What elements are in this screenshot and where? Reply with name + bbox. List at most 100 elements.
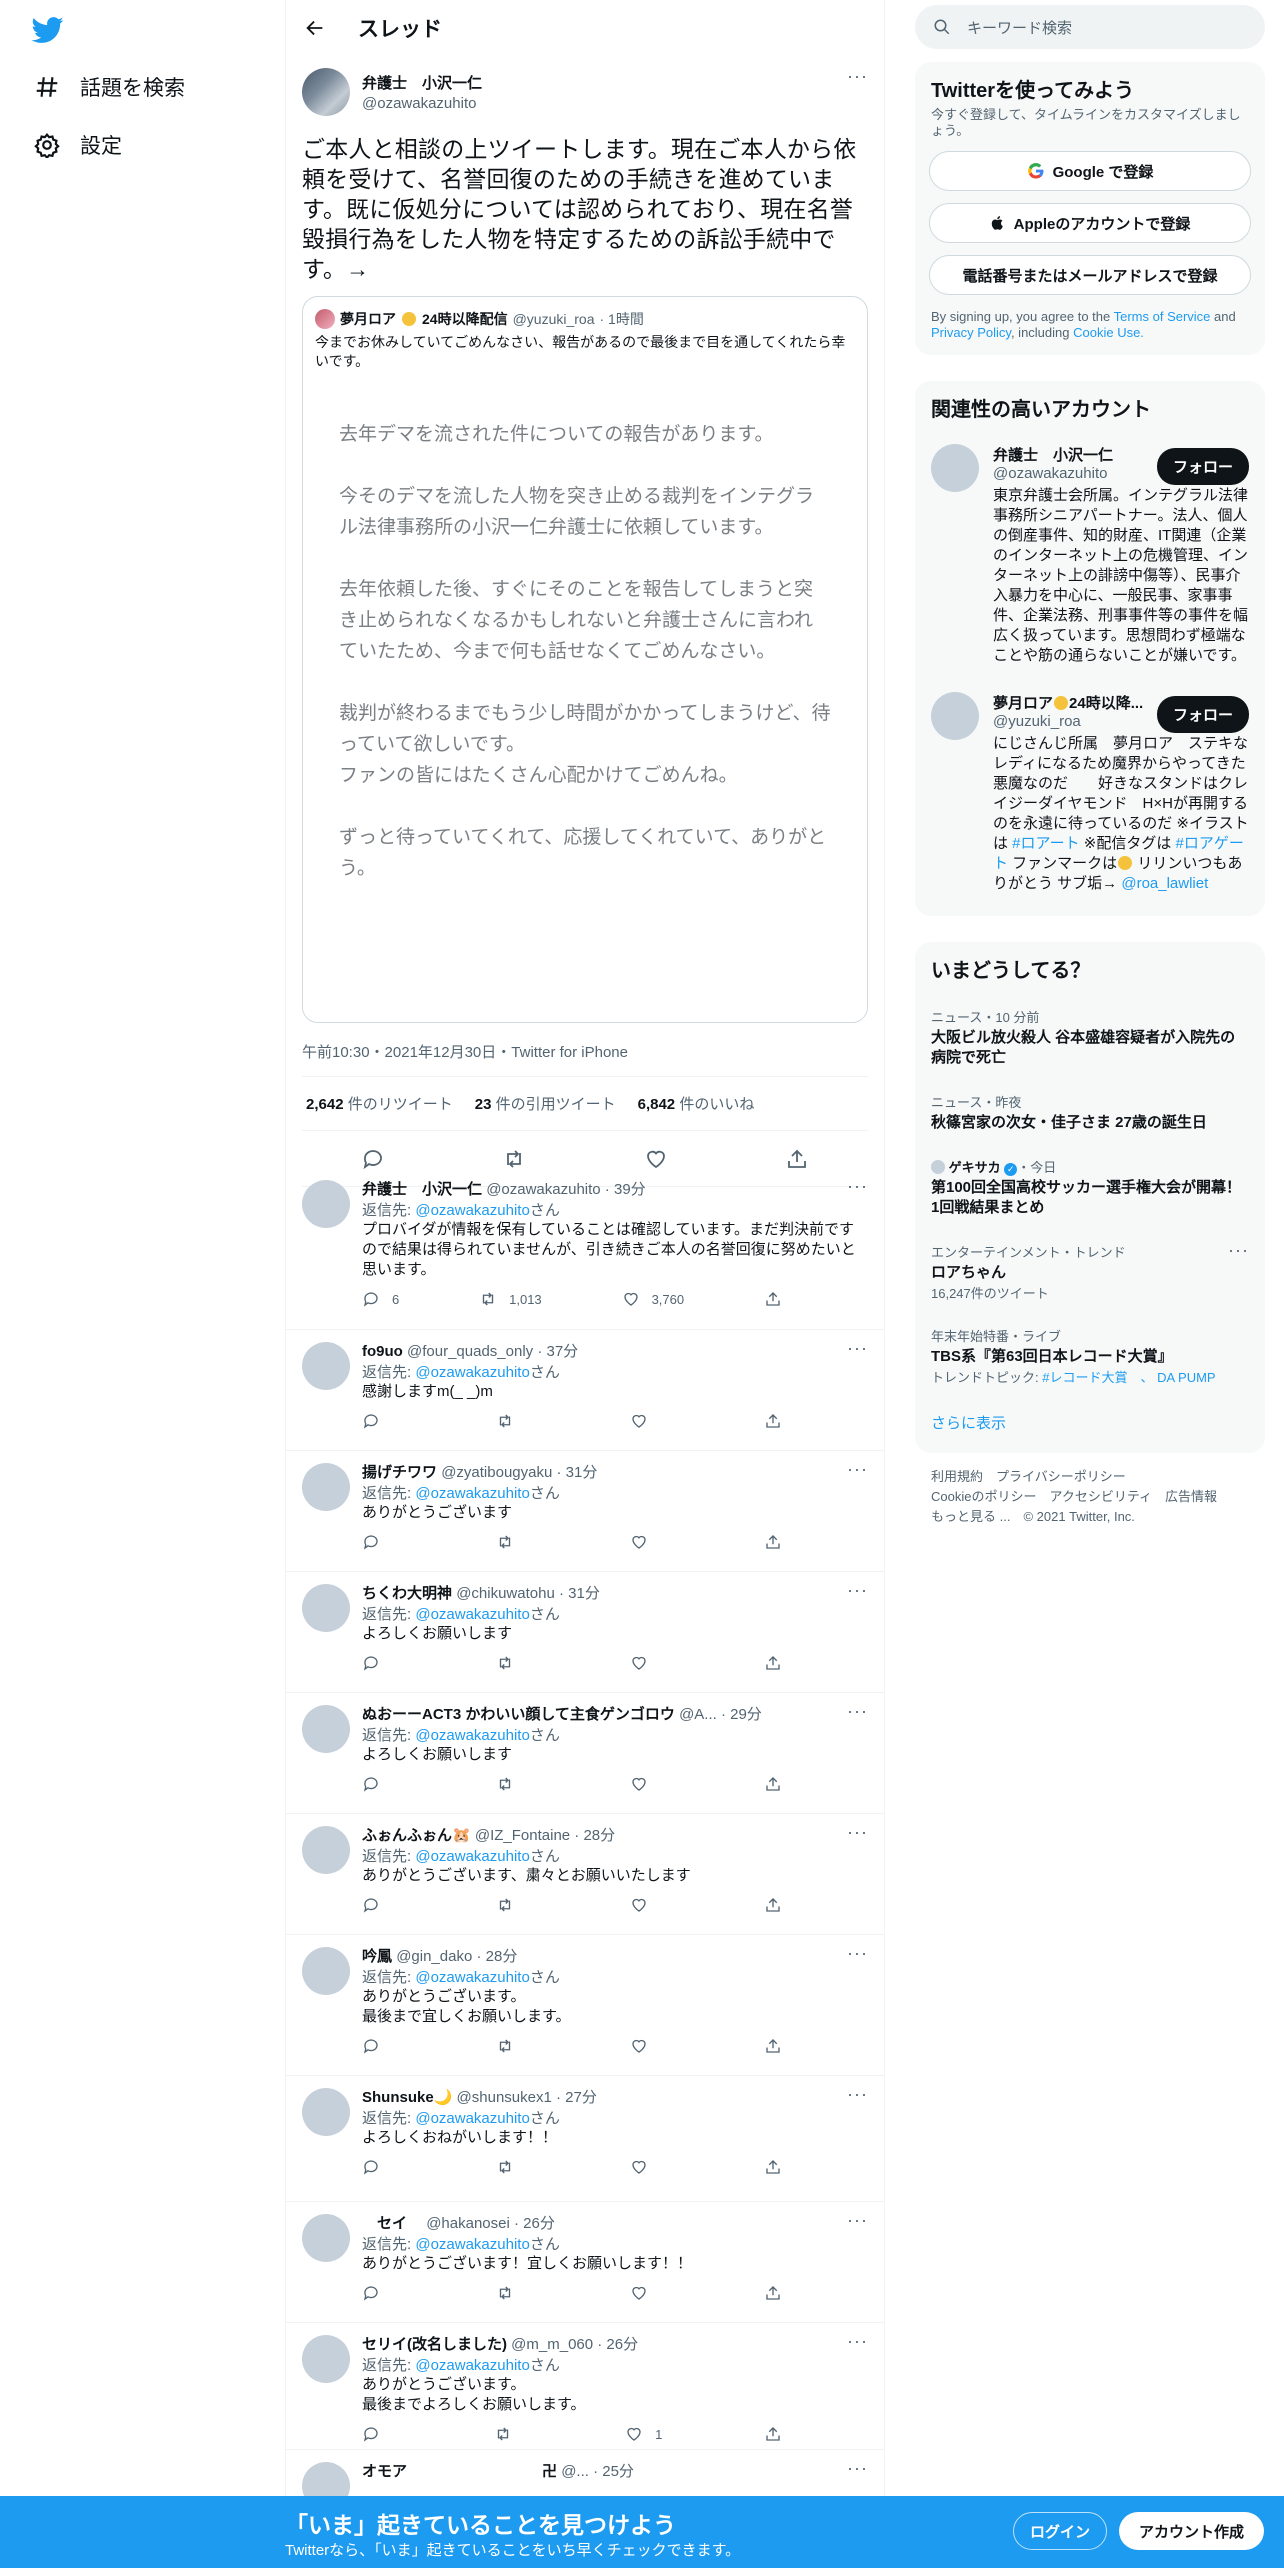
share-button[interactable] [764,2425,782,2443]
reply-handle-time[interactable]: @m_m_060 · 26分 [511,2336,638,2353]
reply-tweet[interactable]: ··· セイ @hakanosei · 26分 返信先: @ozawakazuh… [286,2202,884,2323]
more-options-icon[interactable]: ··· [1228,1240,1249,1261]
reply-author-name[interactable]: ちくわ大明神 [362,1585,452,1602]
reply-handle-time[interactable]: @IZ_Fontaine · 28分 [475,1827,615,1844]
reply-author-name[interactable]: 吟鳳 [362,1948,392,1965]
nav-settings[interactable]: 設定 [34,130,122,160]
share-button[interactable] [764,1290,782,1308]
login-button[interactable]: ログイン [1013,2512,1107,2550]
replying-to-link[interactable]: @ozawakazuhito [415,1202,529,1219]
retweet-button[interactable] [496,2037,526,2055]
reply-handle-time[interactable]: @shunsukex1 · 27分 [457,2089,597,2106]
related-account[interactable]: フォロー 弁護士 小沢一仁 @ozawakazuhito 東京弁護士会所属。イン… [915,434,1265,676]
footer-line[interactable]: Cookieのポリシー アクセシビリティ 広告情報 [931,1487,1249,1507]
back-arrow-icon[interactable] [304,17,326,39]
privacy-link[interactable]: Privacy Policy [931,325,1011,340]
reply-handle-time[interactable]: @gin_dako · 28分 [396,1948,517,1965]
quote-image[interactable]: 去年デマを流された件についての報告があります。 今そのデマを流した人物を突き止め… [303,389,867,1022]
reply-button[interactable] [362,2037,392,2055]
retweet-button[interactable] [494,2425,524,2443]
google-signup-button[interactable]: Google で登録 [929,151,1251,191]
reply-tweet[interactable]: ··· fo9uo @four_quads_only · 37分 返信先: @o… [286,1330,884,1451]
retweet-button[interactable] [496,1533,526,1551]
hashtag-link[interactable]: #ロアート [1012,835,1079,852]
quote-stat[interactable]: 23 件の引用ツイート [475,1093,616,1114]
quote-tweet[interactable]: 夢月ロア 24時以降配信 @yuzuki_roa · 1時間 今までお休みしていて… [302,296,868,1023]
follow-button[interactable]: フォロー [1156,448,1249,485]
reply-button[interactable] [362,1896,392,1914]
like-button[interactable] [630,2158,660,2176]
trend-item[interactable]: ニュース・10 分前 大阪ビル放火殺人 谷本盛雄容疑者が入院先の病院で死亡 [915,995,1265,1080]
nav-explore[interactable]: 話題を検索 [34,72,185,102]
reply-author-name[interactable]: 揚げチワワ [362,1464,437,1481]
avatar[interactable] [302,2335,350,2383]
like-icon[interactable] [644,1147,668,1171]
like-stat[interactable]: 6,842 件のいいね [638,1093,755,1114]
terms-link[interactable]: Terms of Service [1114,309,1211,324]
more-options-icon[interactable]: ··· [847,66,868,87]
like-button[interactable] [630,1775,660,1793]
related-account[interactable]: フォロー 夢月ロア 24時以降... @yuzuki_roa にじさんじ所属 夢月… [915,682,1265,904]
phone-email-signup-button[interactable]: 電話番号またはメールアドレスで登録 [929,255,1251,295]
reply-handle-time[interactable]: @... · 25分 [561,2463,634,2480]
reply-tweet[interactable]: ··· 弁護士 小沢一仁 @ozawakazuhito · 39分 返信先: @… [286,1168,884,1330]
reply-button[interactable] [362,1412,392,1430]
author-name[interactable]: 弁護士 小沢一仁 [362,72,482,93]
like-button[interactable]: 1 [625,2425,662,2443]
signup-button[interactable]: アカウント作成 [1119,2512,1264,2550]
like-button[interactable]: 3,760 [622,1290,684,1308]
share-button[interactable] [764,1775,782,1793]
trend-item[interactable]: 年末年始特番・ライブ TBS系『第63回日本レコード大賞』 トレンドトピック: … [915,1314,1265,1398]
trend-topic-link[interactable]: #レコード大賞 、 DA PUMP [1042,1370,1215,1385]
reply-author-name[interactable]: ぬおーーACT3 かわいい顔して主食ゲンゴロウ [362,1706,675,1723]
reply-author-name[interactable]: ふぉんふぉん🐹 [362,1827,471,1844]
avatar[interactable] [302,68,350,116]
like-button[interactable] [630,1412,660,1430]
avatar[interactable] [931,692,979,740]
reply-author-name[interactable]: 弁護士 小沢一仁 [362,1181,482,1198]
tweet-author[interactable]: 弁護士 小沢一仁 @ozawakazuhito [302,64,868,120]
retweet-button[interactable] [496,2158,526,2176]
cookie-link[interactable]: Cookie Use. [1073,325,1144,340]
replying-to-link[interactable]: @ozawakazuhito [415,2357,529,2374]
reply-button[interactable] [362,1533,392,1551]
share-button[interactable] [764,2158,782,2176]
retweet-button[interactable] [496,1775,526,1793]
avatar[interactable] [302,1705,350,1753]
reply-author-name[interactable]: セリイ(改名しました) [362,2336,507,2353]
avatar[interactable] [302,2088,350,2136]
avatar[interactable] [302,1463,350,1511]
reply-tweet[interactable]: ··· セリイ(改名しました) @m_m_060 · 26分 返信先: @oza… [286,2323,884,2450]
retweet-button[interactable] [496,1412,526,1430]
like-button[interactable] [630,2037,660,2055]
reply-handle-time[interactable]: @zyatibougyaku · 31分 [441,1464,597,1481]
avatar[interactable] [302,2214,350,2262]
retweet-button[interactable] [496,1896,526,1914]
replying-to-link[interactable]: @ozawakazuhito [415,1848,529,1865]
share-button[interactable] [764,1654,782,1672]
like-button[interactable] [630,2284,660,2302]
replying-to-link[interactable]: @ozawakazuhito [415,1485,529,1502]
reply-tweet[interactable]: ··· ふぉんふぉん🐹 @IZ_Fontaine · 28分 返信先: @oza… [286,1814,884,1935]
footer-line[interactable]: もっと見る ... © 2021 Twitter, Inc. [931,1507,1249,1527]
replying-to-link[interactable]: @ozawakazuhito [415,2110,529,2127]
reply-handle-time[interactable]: @hakanosei · 26分 [426,2215,555,2232]
account-name-b[interactable]: 24時以降... [1069,695,1143,712]
avatar[interactable] [302,1584,350,1632]
retweet-button[interactable] [496,1654,526,1672]
reply-author-name[interactable]: セイ [362,2215,422,2232]
mention-link[interactable]: @roa_lawliet [1121,875,1208,892]
trend-item[interactable]: ニュース・昨夜 秋篠宮家の次女・佳子さま 27歳の誕生日 [915,1080,1265,1145]
trend-item[interactable]: ゲキサカ ✓ ・今日 第100回全国高校サッカー選手権大会が開幕！1回戦結果まとめ [915,1145,1265,1230]
retweet-button[interactable] [496,2284,526,2302]
search-input[interactable]: キーワード検索 [915,5,1265,49]
reply-button[interactable] [362,1775,392,1793]
share-icon[interactable] [785,1147,809,1171]
replying-to-link[interactable]: @ozawakazuhito [415,1364,529,1381]
share-button[interactable] [764,2037,782,2055]
footer-line[interactable]: 利用規約 プライバシーポリシー [931,1467,1249,1487]
avatar[interactable] [302,1342,350,1390]
reply-button[interactable] [362,2425,392,2443]
reply-tweet[interactable]: ··· 揚げチワワ @zyatibougyaku · 31分 返信先: @oza… [286,1451,884,1572]
avatar[interactable] [302,1826,350,1874]
